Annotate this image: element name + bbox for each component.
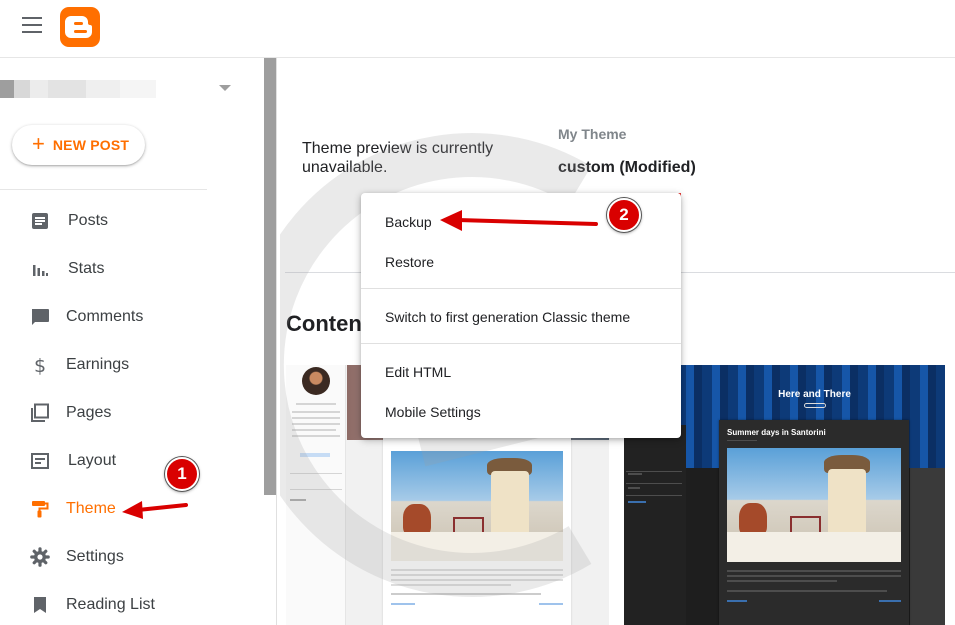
sidebar-item-label: Layout [68,452,117,469]
thumb-post-card-dark: Summer days in Santorini [719,420,909,625]
annotation-step-1-badge: 1 [165,457,199,491]
dark-thumb-post-title: Summer days in Santorini [727,428,826,437]
thumb-sidebar-dark [624,425,686,625]
theme-name: custom (Modified) [558,159,696,176]
blog-selector[interactable] [0,78,240,102]
caret-down-icon[interactable] [219,85,231,91]
sidebar-item-label: Posts [68,212,109,229]
sidebar-item-pages[interactable]: Pages [0,393,260,433]
hamburger-menu-icon[interactable] [22,17,42,33]
sidebar-item-label: Settings [66,548,124,565]
sidebar-item-label: Earnings [66,356,130,373]
pages-icon [31,403,49,422]
posts-icon [32,213,48,229]
paint-roller-icon [32,501,49,518]
gear-icon [30,547,50,567]
stats-icon [33,265,48,276]
comments-icon [32,309,49,325]
sidebar-item-stats[interactable]: Stats [0,249,260,289]
svg-text:$: $ [34,355,46,375]
sidebar-item-label: Pages [66,404,112,421]
thumb-photo-santorini [391,451,563,561]
sidebar-item-earnings[interactable]: $ Earnings [0,345,260,385]
top-app-bar [0,0,955,58]
sidebar-scrollbar[interactable] [264,58,276,495]
sidebar-item-label: Reading List [66,596,155,613]
sidebar-item-label: Comments [66,308,144,325]
sidebar-item-layout[interactable]: Layout [0,441,260,481]
dollar-icon: $ [34,355,46,375]
menu-item-switch-classic[interactable]: Switch to first generation Classic theme [361,296,681,336]
menu-item-restore[interactable]: Restore [361,241,681,281]
sidebar-item-label: Theme [66,500,116,517]
sidebar-item-settings[interactable]: Settings [0,537,260,577]
theme-actions-menu: Backup Restore Switch to first generatio… [361,193,681,438]
menu-separator [361,343,681,344]
sidebar-item-label: Stats [68,260,105,277]
menu-separator [361,288,681,289]
new-post-label: NEW POST [52,137,130,153]
sidebar-item-posts[interactable]: Posts [0,201,260,241]
blurred-blog-name [0,80,156,98]
bookmark-icon [34,597,46,613]
layout-icon [31,453,49,469]
my-theme-label: My Theme [558,126,627,142]
main-panel-border [276,58,277,625]
sidebar-item-reading-list[interactable]: Reading List [0,585,260,625]
theme-preview-message: Theme preview is currently unavailable. [302,140,494,176]
sidebar-item-theme[interactable]: Theme [0,489,260,529]
thumb-right-panel [910,468,945,625]
thumb-avatar [302,367,330,395]
menu-item-edit-html[interactable]: Edit HTML [361,351,681,391]
dark-thumb-pill [804,403,826,408]
blogger-logo-icon[interactable] [60,7,100,47]
blogger-theme-page: + NEW POST Posts Stats Comments $ Earnin… [0,0,955,625]
thumb-sidebar [286,365,346,625]
content-heading: Conten [286,311,362,336]
thumb-photo-santorini-dark [727,448,901,562]
new-post-button[interactable]: + NEW POST [12,125,145,165]
plus-icon: + [32,130,45,156]
sidebar-divider [0,189,207,190]
annotation-step-2-badge: 2 [607,198,641,232]
sidebar-item-comments[interactable]: Comments [0,297,260,337]
menu-item-mobile-settings[interactable]: Mobile Settings [361,391,681,431]
thumb-post-card [383,437,571,625]
